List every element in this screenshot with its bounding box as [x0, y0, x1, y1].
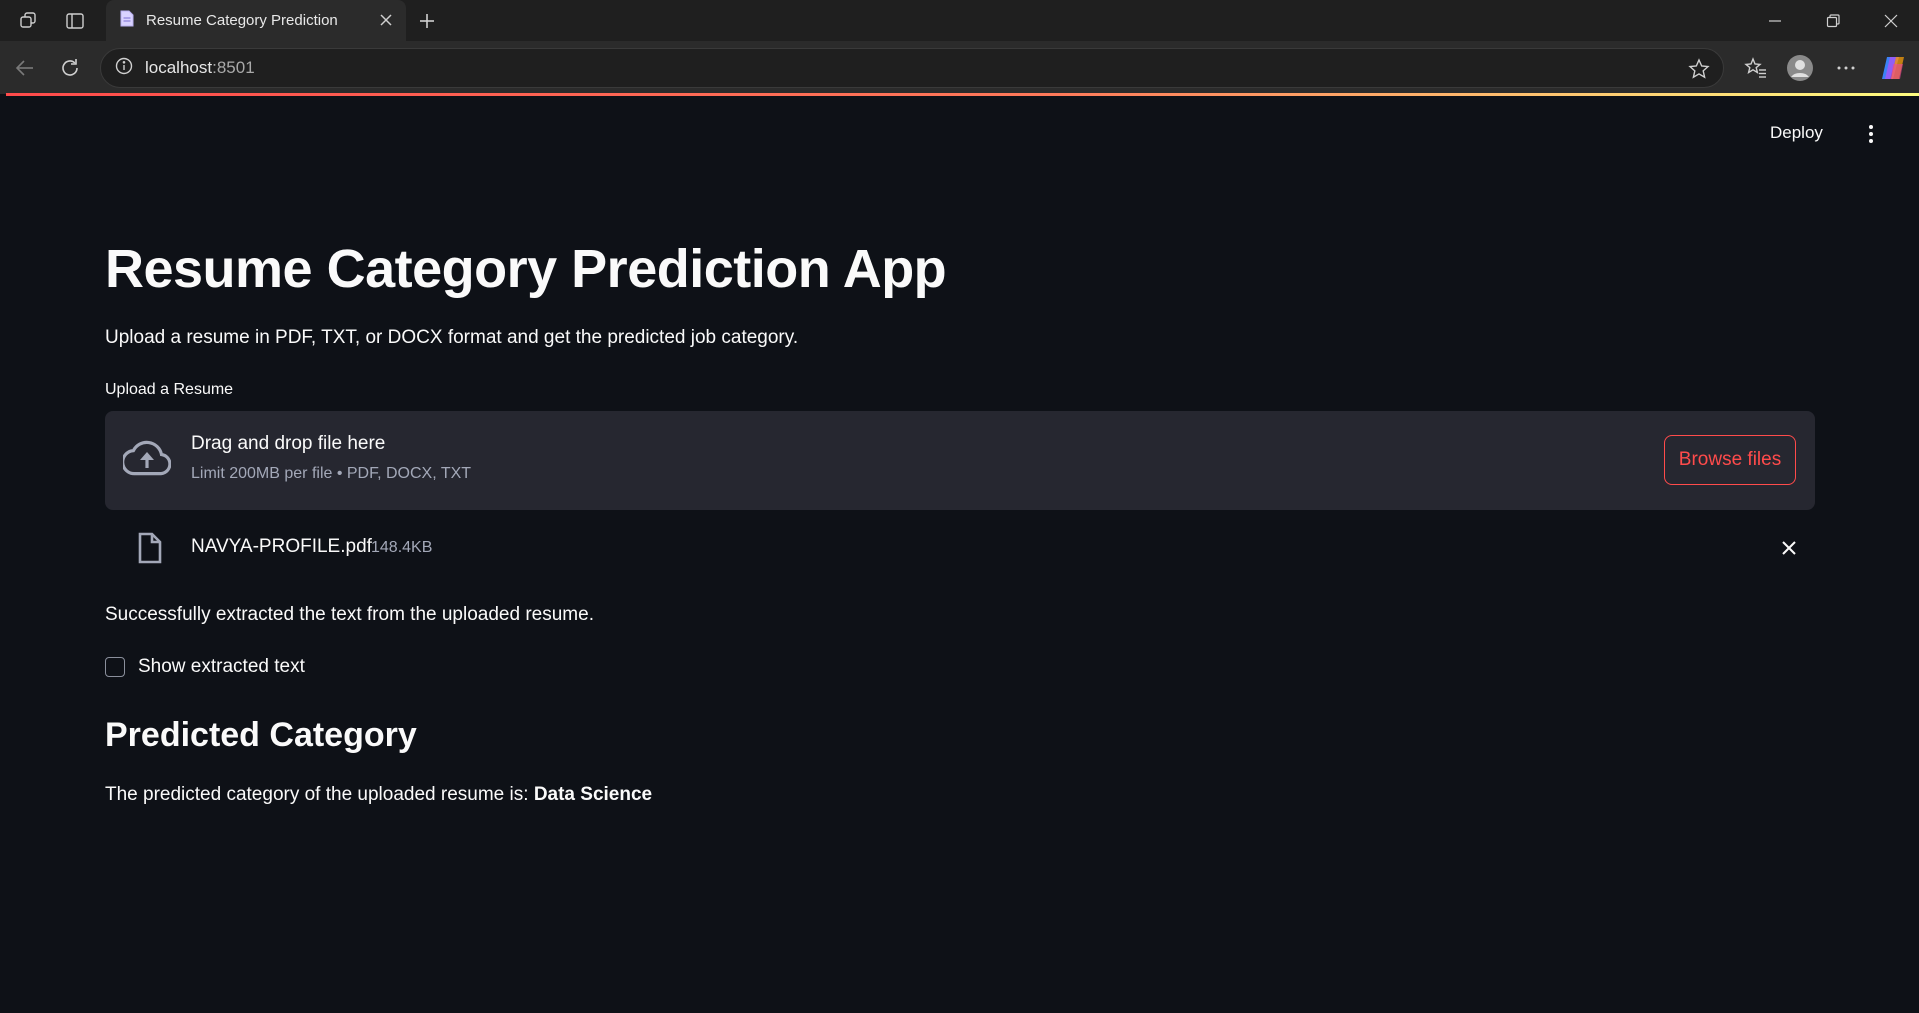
page-subtitle: Upload a resume in PDF, TXT, or DOCX for… — [105, 327, 799, 348]
profile-icon[interactable] — [1786, 54, 1814, 82]
file-icon — [137, 532, 163, 564]
remove-file-icon[interactable] — [1777, 536, 1801, 560]
tab-actions-icon[interactable] — [62, 8, 88, 34]
dropzone-limit: Limit 200MB per file • PDF, DOCX, TXT — [191, 465, 472, 482]
minimize-icon[interactable] — [1762, 8, 1788, 34]
back-icon[interactable] — [11, 54, 39, 82]
star-icon[interactable] — [1687, 57, 1711, 81]
plus-icon[interactable] — [414, 8, 440, 34]
app-main: Deploy Resume Category Prediction App Up… — [5, 96, 1919, 1013]
browse-files-button[interactable]: Browse files — [1664, 435, 1796, 485]
prediction-sentence: The predicted category of the uploaded r… — [105, 784, 529, 805]
predicted-category: Data Science — [533, 784, 653, 805]
browser-toolbar: localhost:8501 — [0, 41, 1919, 94]
dropzone-title: Drag and drop file here — [191, 433, 386, 454]
copilot-icon[interactable] — [1879, 54, 1907, 82]
success-message: Successfully extracted the text from the… — [105, 604, 594, 625]
favorites-icon[interactable] — [1742, 54, 1770, 82]
restore-icon[interactable] — [1820, 8, 1846, 34]
kebab-menu-icon[interactable] — [1859, 122, 1883, 146]
uploaded-file-item: NAVYA-PROFILE.pdf 148.4KB — [105, 528, 1815, 568]
checkbox-label[interactable]: Show extracted text — [138, 656, 305, 678]
page-title: Resume Category Prediction App — [105, 239, 947, 299]
deploy-button[interactable]: Deploy — [1770, 123, 1823, 143]
close-icon[interactable] — [376, 10, 396, 30]
address-bar[interactable]: localhost:8501 — [100, 48, 1724, 88]
page-icon — [120, 10, 134, 32]
browser-tab-active[interactable]: Resume Category Prediction — [106, 0, 406, 41]
file-size: 148.4KB — [371, 539, 433, 556]
cloud-upload-icon — [121, 439, 172, 479]
prediction-text: The predicted category of the uploaded r… — [105, 784, 652, 806]
show-extracted-text-checkbox[interactable]: Show extracted text — [105, 654, 305, 680]
workspaces-icon[interactable] — [16, 8, 42, 34]
address-port: :8501 — [212, 58, 255, 77]
checkbox-box[interactable] — [105, 657, 125, 677]
file-name: NAVYA-PROFILE.pdf — [191, 536, 372, 557]
file-dropzone[interactable]: Drag and drop file here Limit 200MB per … — [105, 411, 1815, 510]
tab-title: Resume Category Prediction — [146, 12, 338, 29]
window-close-icon[interactable] — [1878, 8, 1904, 34]
info-icon[interactable] — [115, 57, 133, 80]
browser-tabstrip: Resume Category Prediction — [0, 0, 1919, 41]
address-host: localhost — [145, 58, 213, 77]
uploader-label: Upload a Resume — [105, 381, 234, 398]
more-icon[interactable] — [1832, 54, 1860, 82]
prediction-heading: Predicted Category — [105, 716, 417, 754]
refresh-icon[interactable] — [56, 54, 84, 82]
address-text: localhost:8501 — [145, 58, 255, 78]
